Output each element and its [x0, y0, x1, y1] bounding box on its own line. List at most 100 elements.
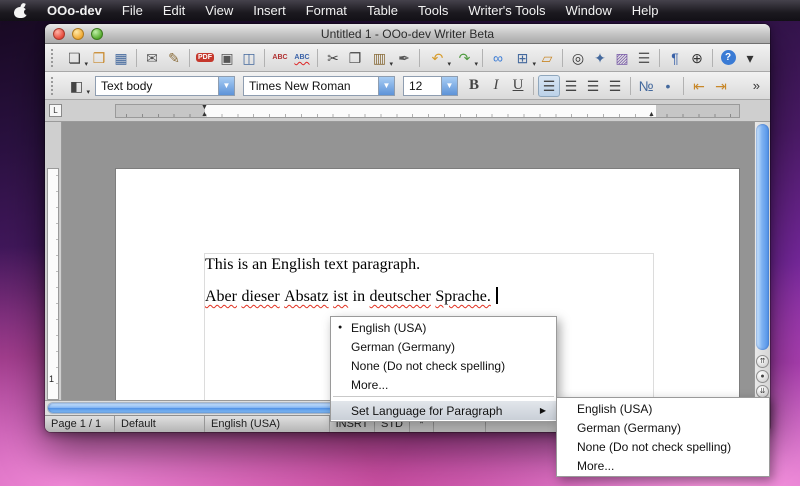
toolbar-overflow-icon[interactable]: » [747, 78, 766, 93]
menu-item-more[interactable]: ● More... ▶ [331, 375, 556, 394]
page-preview-icon[interactable]: ◫ ▾ [238, 47, 260, 69]
align-center-button[interactable]: ☰ ▾ [560, 75, 582, 97]
vertical-scrollbar-thumb[interactable] [756, 124, 769, 350]
justify-button[interactable]: ☰ ▾ [604, 75, 626, 97]
increase-indent-button[interactable]: ⇥ ▾ [710, 75, 732, 97]
menubar-item-format[interactable]: Format [296, 0, 357, 21]
minimize-button[interactable] [72, 28, 84, 40]
text-cursor [496, 287, 498, 304]
font-name-value: Times New Roman [244, 79, 378, 93]
italic-button[interactable]: I ▾ [485, 75, 507, 97]
previous-page-button[interactable]: ⇈ [756, 355, 769, 368]
copy-icon[interactable]: ❐ ▾ [344, 47, 366, 69]
align-right-button[interactable]: ☰ ▾ [582, 75, 604, 97]
paragraph-style-select[interactable]: Text body ▼ [95, 76, 235, 96]
toolbar-button: ▾ [313, 47, 322, 69]
new-document-icon[interactable]: ❏ ▾ [61, 47, 88, 69]
close-button[interactable] [53, 28, 65, 40]
document-text[interactable]: This is an English text paragraph. Aberd… [205, 255, 652, 319]
font-size-value: 12 [404, 79, 441, 93]
document-word: Absatz [284, 288, 328, 305]
toolbar-grip[interactable] [51, 49, 56, 67]
cut-icon[interactable]: ✂ ▾ [322, 47, 344, 69]
toolbar-grip[interactable] [51, 77, 56, 95]
page-indicator[interactable]: Page 1 / 1 [45, 416, 115, 432]
redo-icon[interactable]: ↷ ▾ [451, 47, 478, 69]
menubar-item-table[interactable]: Table [357, 0, 408, 21]
spellcheck-icon[interactable]: ABC ▾ [269, 47, 291, 69]
bold-button[interactable]: B ▾ [463, 75, 485, 97]
menu-item-set-language-for-paragraph[interactable]: ● Set Language for Paragraph ▶ [331, 401, 556, 420]
submenu-arrow-icon: ▶ [540, 406, 546, 415]
english-paragraph: This is an English text paragraph. [205, 255, 652, 276]
toolbar-button: ▾ [708, 47, 717, 69]
document-word: ist [333, 288, 348, 305]
document-word: dieser [241, 288, 279, 305]
font-size-select[interactable]: 12 ▼ [403, 76, 458, 96]
titlebar[interactable]: Untitled 1 - OOo-dev Writer Beta [45, 24, 770, 44]
autospellcheck-icon[interactable]: ABC ▾ [291, 47, 313, 69]
bullets-button[interactable]: • ▾ [657, 75, 679, 97]
table-icon[interactable]: ⊞ ▾ [509, 47, 536, 69]
zoom-window-button[interactable] [91, 28, 103, 40]
open-icon[interactable]: ❒ ▾ [88, 47, 110, 69]
data-sources-icon[interactable]: ☰ ▾ [633, 47, 655, 69]
help-icon[interactable]: ? ▾ [717, 47, 739, 69]
indent-marker[interactable]: ▲ [201, 111, 208, 118]
apple-menu-icon[interactable] [14, 4, 27, 18]
align-left-button[interactable]: ☰ ▾ [538, 75, 560, 97]
gallery-icon[interactable]: ▨ ▾ [611, 47, 633, 69]
menubar-item-edit[interactable]: Edit [153, 0, 195, 21]
chevron-down-icon[interactable]: ▼ [218, 77, 234, 95]
menu-item-german-germany[interactable]: ● German (Germany) ▶ [331, 337, 556, 356]
zoom-icon[interactable]: ⊕ ▾ [686, 47, 708, 69]
submenu-item-more[interactable]: ● More... ▶ [557, 456, 769, 475]
menubar-item-view[interactable]: View [195, 0, 243, 21]
menu-item-english-usa[interactable]: ● English (USA) ▶ [331, 318, 556, 337]
styles-panel-button[interactable]: ◧ ▾ [63, 75, 90, 97]
toolbar-options-icon[interactable]: ▾ ▾ [739, 47, 761, 69]
menubar-item-window[interactable]: Window [555, 0, 621, 21]
menu-item-none[interactable]: ● None (Do not check spelling) ▶ [331, 356, 556, 375]
nonprinting-characters-icon[interactable]: ¶ ▾ [664, 47, 686, 69]
page-style-indicator[interactable]: Default [115, 416, 205, 432]
edit-file-icon[interactable]: ✎ ▾ [163, 47, 185, 69]
document-word: in [353, 288, 365, 305]
menubar-item-insert[interactable]: Insert [243, 0, 296, 21]
find-replace-icon[interactable]: ◎ ▾ [567, 47, 589, 69]
format-paintbrush-icon[interactable]: ✒ ▾ [393, 47, 415, 69]
print-icon[interactable]: ▣ ▾ [216, 47, 238, 69]
draw-functions-icon[interactable]: ▱ ▾ [536, 47, 558, 69]
submenu-item-none[interactable]: ● None (Do not check spelling) ▶ [557, 437, 769, 456]
indent-marker[interactable]: ▲ [648, 111, 655, 118]
submenu-item-german-germany[interactable]: ● German (Germany) ▶ [557, 418, 769, 437]
chevron-down-icon[interactable]: ▼ [378, 77, 394, 95]
menubar-item-tools[interactable]: Tools [408, 0, 458, 21]
underline-button[interactable]: U ▾ [507, 75, 529, 97]
toolbar-button: ▾ [260, 47, 269, 69]
menubar-item-help[interactable]: Help [622, 0, 669, 21]
submenu-item-english-usa[interactable]: ● English (USA) ▶ [557, 399, 769, 418]
numbering-button[interactable]: № ▾ [635, 75, 657, 97]
language-indicator[interactable]: English (USA) [205, 416, 330, 432]
toolbar-button: ▾ [529, 75, 538, 97]
toolbar-button: ▾ [478, 47, 487, 69]
chevron-down-icon[interactable]: ▼ [441, 77, 457, 95]
font-name-select[interactable]: Times New Roman ▼ [243, 76, 395, 96]
tab-stop-selector[interactable]: L [49, 104, 62, 117]
menubar-item-file[interactable]: File [112, 0, 153, 21]
decrease-indent-button[interactable]: ⇤ ▾ [688, 75, 710, 97]
toolbar-button: ▾ [185, 47, 194, 69]
paste-icon[interactable]: ▥ ▾ [366, 47, 393, 69]
navigator-icon[interactable]: ✦ ▾ [589, 47, 611, 69]
export-pdf-icon[interactable]: PDF ▾ [194, 47, 216, 69]
menubar-item-app[interactable]: OOo-dev [37, 0, 112, 21]
menubar-item-writers-tools[interactable]: Writer's Tools [458, 0, 555, 21]
save-icon[interactable]: ▦ ▾ [110, 47, 132, 69]
navigation-button[interactable]: ● [756, 370, 769, 383]
indent-marker[interactable]: ▼ [201, 104, 208, 111]
undo-icon[interactable]: ↶ ▾ [424, 47, 451, 69]
email-icon[interactable]: ✉ ▾ [141, 47, 163, 69]
vertical-scrollbar[interactable]: ⇈ ● ⇊ [754, 122, 770, 400]
hyperlink-icon[interactable]: ∞ ▾ [487, 47, 509, 69]
